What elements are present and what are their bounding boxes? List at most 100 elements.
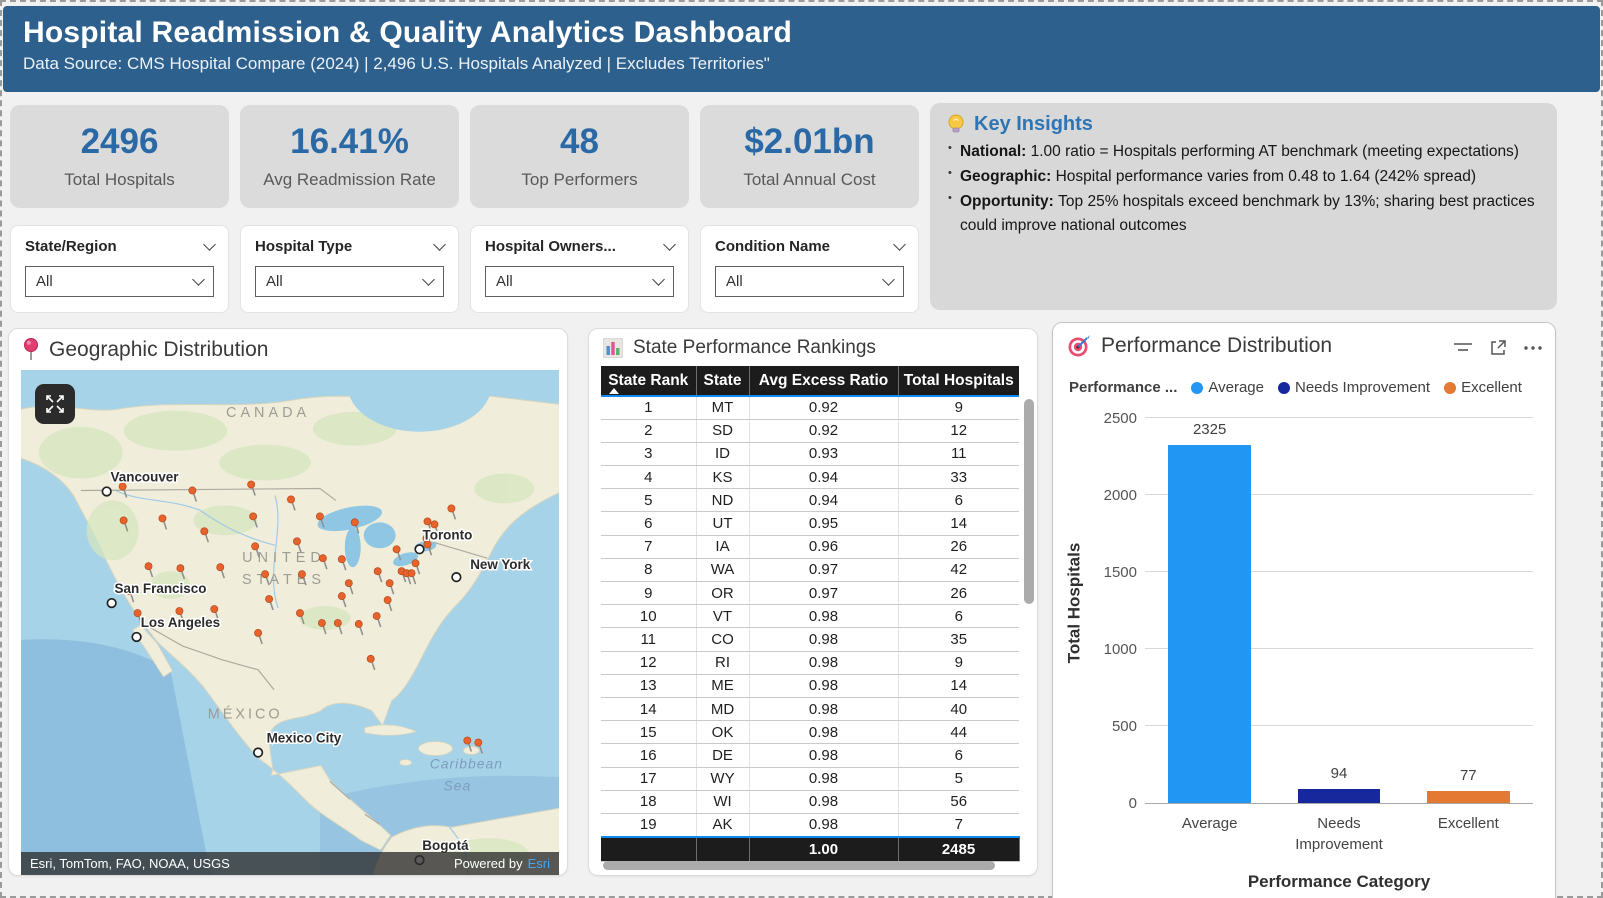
table-row[interactable]: 11 CO 0.98 35 (601, 627, 1019, 652)
legend-label: Average (1208, 379, 1264, 396)
svg-text:Los Angeles: Los Angeles (141, 615, 220, 630)
bar-needs-improvement[interactable] (1297, 788, 1381, 803)
table-row[interactable]: 15 OK 0.98 44 (601, 720, 1019, 745)
table-row[interactable]: 6 UT 0.95 14 (601, 511, 1019, 536)
legend-label: Excellent (1461, 379, 1522, 396)
table-row[interactable]: 5 ND 0.94 6 (601, 488, 1019, 513)
table-row[interactable]: 8 WA 0.97 42 (601, 558, 1019, 583)
table-row[interactable]: 9 OR 0.97 26 (601, 581, 1019, 606)
table-row[interactable]: 10 VT 0.98 6 (601, 604, 1019, 629)
map-canvas[interactable]: CANADA UNITED STATES MÉXICO Caribbean Sea Van… (21, 370, 559, 875)
table-row[interactable]: 17 WY 0.98 5 (601, 767, 1019, 791)
x-category-label: Average (1181, 815, 1238, 832)
performance-distribution-panel: Performance Distribution Performance ...… (1052, 322, 1556, 898)
kpi-card: 16.41% Avg Readmission Rate (240, 105, 459, 208)
chart-legend: Performance ... Average Needs Improvement… (1069, 379, 1522, 396)
map-powered-by: Powered by Esri (453, 856, 550, 871)
table-total-row: 1.00 2485 (601, 835, 1020, 863)
table-vertical-scrollbar[interactable] (1024, 399, 1034, 604)
table-row[interactable]: 12 RI 0.98 9 (601, 651, 1019, 675)
chart-plot-area: 0 500 1000 1500 2000 2500 2325 Average 94 Needs I… (1104, 410, 1533, 853)
kpi-value: 48 (560, 122, 599, 162)
y-tick-label: 500 (1111, 718, 1137, 735)
filter-row: State/Region All Hospital Type All Hospital … (10, 225, 919, 313)
bar-average[interactable] (1168, 444, 1252, 803)
column-header[interactable]: State (696, 366, 750, 397)
pin-icon (24, 338, 38, 360)
sort-ascending-icon (609, 388, 619, 394)
map-attribution: Esri, TomTom, FAO, NOAA, USGS (30, 856, 230, 871)
bar-chart-icon (603, 338, 623, 358)
more-options-icon[interactable] (1523, 345, 1543, 351)
column-header[interactable]: Total Hospitals (898, 366, 1019, 397)
kpi-value: $2.01bn (744, 122, 875, 162)
state-rankings-table: State Rank State Avg Excess Ratio Total Hos… (601, 366, 1020, 863)
lightbulb-icon (948, 114, 964, 132)
table-row[interactable]: 16 DE 0.98 6 (601, 743, 1019, 768)
legend-item[interactable]: Excellent (1444, 379, 1522, 396)
table-row[interactable]: 18 WI 0.98 56 (601, 790, 1019, 814)
chevron-down-icon (192, 273, 205, 286)
insight-item: Opportunity: Top 25% hospitals exceed be… (946, 190, 1537, 240)
column-header[interactable]: Avg Excess Ratio (749, 366, 899, 397)
filter-value: All (496, 273, 513, 290)
bar-value-label: 77 (1459, 767, 1477, 785)
filter-value: All (36, 273, 53, 290)
chevron-down-icon[interactable] (433, 238, 446, 251)
table-title: State Performance Rankings (633, 337, 876, 358)
map-extent-control[interactable] (35, 384, 75, 424)
filter-icon[interactable] (1453, 341, 1473, 355)
legend-dot (1191, 381, 1204, 394)
bar-value-label: 2325 (1192, 420, 1227, 438)
filter-select[interactable]: All (255, 266, 444, 297)
x-category-label: Needs Improvement (1295, 815, 1383, 853)
insights-list: National: 1.00 ratio = Hospitals perform… (946, 140, 1537, 239)
chevron-down-icon[interactable] (203, 238, 216, 251)
table-row[interactable]: 4 KS 0.94 33 (601, 465, 1019, 490)
bar-excellent[interactable] (1426, 791, 1510, 803)
kpi-card: $2.01bn Total Annual Cost (700, 105, 919, 208)
key-insights-panel: Key Insights National: 1.00 ratio = Hosp… (930, 103, 1557, 310)
table-horizontal-scrollbar[interactable] (603, 861, 995, 870)
table-row[interactable]: 14 MD 0.98 40 (601, 697, 1019, 722)
filter-select[interactable]: All (485, 266, 674, 297)
filter-value: All (266, 273, 283, 290)
filter-slicer: Hospital Owners... All (470, 225, 689, 313)
y-tick-label: 1000 (1103, 641, 1137, 658)
table-row[interactable]: 2 SD 0.92 12 (601, 419, 1019, 443)
chevron-down-icon[interactable] (663, 238, 676, 251)
map-title: Geographic Distribution (49, 338, 269, 361)
kpi-label: Top Performers (521, 169, 638, 189)
kpi-label: Total Hospitals (64, 169, 175, 189)
dashboard-page: Hospital Readmission & Quality Analytics… (0, 0, 1603, 898)
filter-select[interactable]: All (25, 266, 214, 297)
svg-text:Toronto: Toronto (423, 527, 473, 542)
column-header[interactable]: State Rank (601, 366, 697, 397)
legend-item[interactable]: Average (1191, 379, 1264, 396)
kpi-value: 2496 (80, 122, 159, 162)
table-row[interactable]: 1 MT 0.92 9 (601, 396, 1019, 420)
legend-item[interactable]: Needs Improvement (1278, 379, 1430, 396)
x-axis-title: Performance Category (1247, 872, 1431, 891)
y-tick-label: 1500 (1103, 564, 1137, 581)
svg-text:Mexico City: Mexico City (267, 731, 342, 746)
chevron-down-icon[interactable] (893, 238, 906, 251)
target-icon (1068, 335, 1090, 357)
map-region-label: Sea (443, 777, 471, 793)
insight-item: National: 1.00 ratio = Hospitals perform… (946, 140, 1537, 165)
popout-icon[interactable] (1489, 339, 1507, 357)
table-row[interactable]: 19 AK 0.98 7 (601, 813, 1019, 838)
filter-value: All (726, 273, 743, 290)
filter-label: Hospital Owners... (485, 238, 616, 255)
svg-text:Bogotá: Bogotá (422, 838, 469, 853)
map-image: CANADA UNITED STATES MÉXICO Caribbean Sea Van… (21, 370, 559, 875)
kpi-label: Avg Readmission Rate (263, 169, 436, 189)
table-row[interactable]: 3 ID 0.93 11 (601, 442, 1019, 467)
table-row[interactable]: 7 IA 0.96 26 (601, 535, 1019, 559)
esri-link[interactable]: Esri (528, 856, 550, 871)
gridline (1145, 417, 1533, 418)
table-row[interactable]: 13 ME 0.98 14 (601, 674, 1019, 698)
filter-select[interactable]: All (715, 266, 904, 297)
filter-slicer: Hospital Type All (240, 225, 459, 313)
table-header-row[interactable]: State Rank State Avg Excess Ratio Total Hos… (601, 366, 1019, 397)
